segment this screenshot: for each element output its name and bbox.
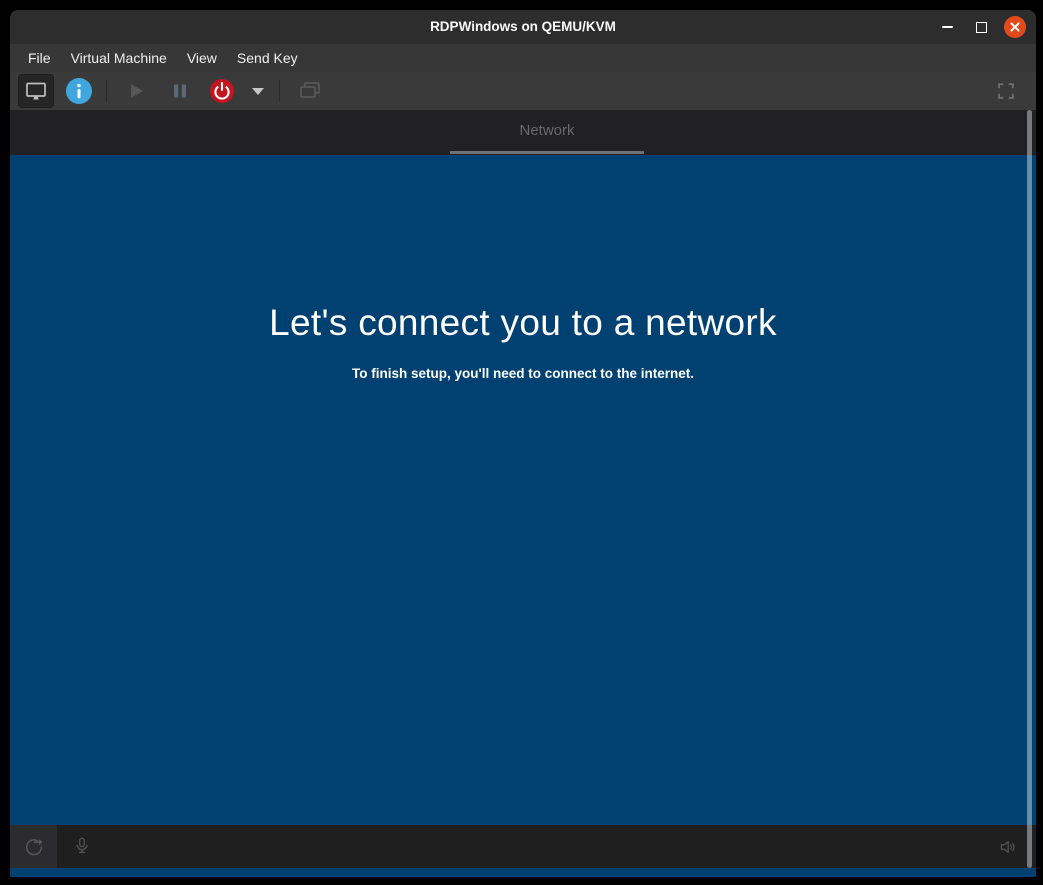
titlebar: RDPWindows on QEMU/KVM — [10, 10, 1036, 44]
maximize-button[interactable] — [968, 10, 994, 44]
vm-viewer-window: RDPWindows on QEMU/KVM File Virtual Mach… — [10, 10, 1036, 877]
oobe-header: Network — [10, 110, 1036, 155]
page-title: Let's connect you to a network — [10, 302, 1036, 344]
displays-icon — [298, 79, 322, 103]
close-button[interactable] — [1000, 10, 1030, 44]
virtual-displays-button[interactable] — [292, 74, 328, 108]
shutdown-button[interactable] — [204, 74, 240, 108]
pause-icon — [171, 82, 189, 100]
play-icon — [126, 81, 146, 101]
monitor-icon — [24, 79, 48, 103]
oobe-footer — [10, 825, 1036, 868]
fullscreen-icon — [995, 80, 1017, 102]
page-subtitle: To finish setup, you'll need to connect … — [10, 366, 1036, 381]
menu-file[interactable]: File — [18, 44, 61, 72]
toolbar — [10, 72, 1036, 110]
menu-view[interactable]: View — [177, 44, 227, 72]
power-button[interactable] — [17, 825, 51, 868]
oobe-step-underline — [450, 151, 644, 154]
window-title: RDPWindows on QEMU/KVM — [10, 10, 1036, 44]
menu-virtual-machine[interactable]: Virtual Machine — [61, 44, 177, 72]
menubar: File Virtual Machine View Send Key — [10, 44, 1036, 72]
vertical-scrollbar[interactable] — [1027, 110, 1032, 868]
console-display-button[interactable] — [18, 74, 54, 108]
toolbar-separator — [279, 80, 280, 102]
chevron-down-icon — [252, 88, 264, 95]
microphone-icon — [72, 836, 92, 858]
toolbar-separator — [106, 80, 107, 102]
shutdown-menu-button[interactable] — [244, 74, 272, 108]
menu-send-key[interactable]: Send Key — [227, 44, 308, 72]
run-button[interactable] — [118, 74, 154, 108]
close-icon — [1004, 16, 1026, 38]
volume-icon — [998, 837, 1018, 857]
fullscreen-button[interactable] — [988, 74, 1024, 108]
minimize-icon — [942, 26, 953, 28]
maximize-icon — [976, 22, 987, 33]
volume-button[interactable] — [991, 825, 1025, 868]
info-icon — [66, 78, 92, 104]
shutdown-icon — [209, 78, 235, 104]
microphone-button[interactable] — [65, 825, 99, 868]
oobe-step-title: Network — [450, 110, 644, 155]
pause-button[interactable] — [162, 74, 198, 108]
minimize-button[interactable] — [934, 10, 960, 44]
vm-details-button[interactable] — [64, 74, 94, 108]
guest-display: Network Let's connect you to a network T… — [10, 110, 1036, 877]
power-icon — [23, 836, 45, 858]
